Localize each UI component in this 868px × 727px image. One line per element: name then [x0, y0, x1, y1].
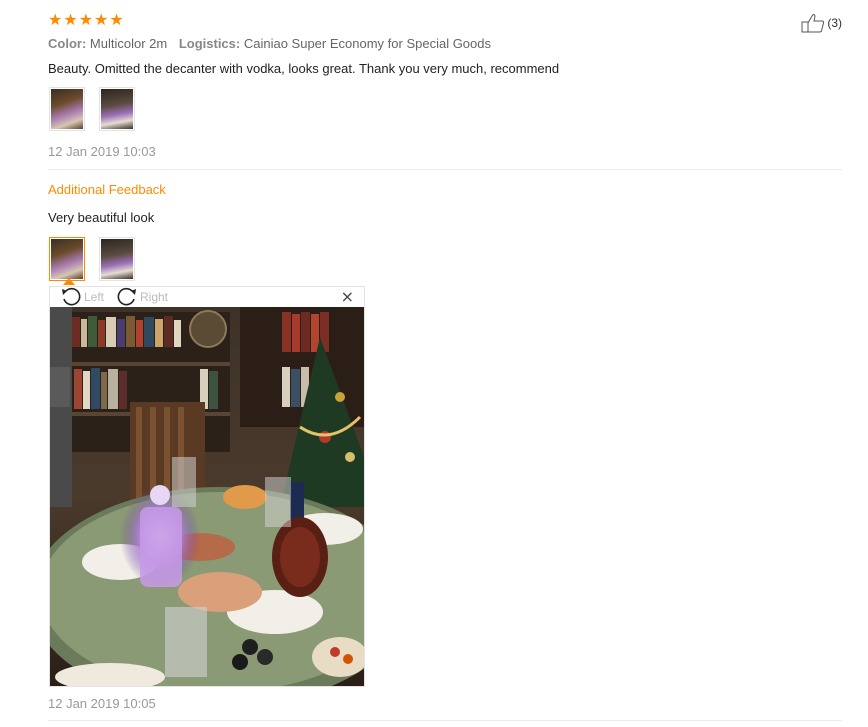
- additional-feedback-text: Very beautiful look: [48, 210, 155, 225]
- close-icon[interactable]: ×: [341, 288, 354, 306]
- additional-feedback-title: Additional Feedback: [48, 182, 166, 197]
- rotate-left-icon: [62, 287, 81, 306]
- star-icon: ★: [94, 10, 109, 29]
- logistics-value: Cainiao Super Economy for Special Goods: [243, 36, 491, 51]
- helpful-button[interactable]: (3): [801, 13, 842, 33]
- rotate-right-icon: [117, 287, 136, 306]
- rating-stars: ★ ★ ★ ★ ★: [48, 12, 124, 28]
- star-icon: ★: [63, 10, 78, 29]
- star-icon: ★: [109, 10, 124, 29]
- photo-viewer: Left Right ×: [49, 286, 365, 687]
- rotate-right-label: Right: [140, 290, 169, 304]
- photo-thumbnail[interactable]: [99, 237, 135, 281]
- enlarged-review-photo: [50, 307, 364, 686]
- photo-thumbnail-image: [101, 239, 133, 279]
- rotate-right-button[interactable]: Right: [116, 287, 168, 307]
- photo-thumbnail[interactable]: [99, 87, 135, 131]
- photo-viewer-toolbar: Left Right ×: [50, 287, 364, 307]
- rotate-left-button[interactable]: Left: [60, 287, 104, 307]
- thumbs-up-icon: [801, 14, 825, 33]
- review-photos: [49, 87, 135, 131]
- logistics-label: Logistics:: [178, 36, 241, 51]
- additional-feedback-date: 12 Jan 2019 10:05: [48, 696, 156, 711]
- selected-indicator: [63, 278, 75, 285]
- review-text: Beauty. Omitted the decanter with vodka,…: [48, 61, 560, 76]
- divider: [48, 720, 842, 721]
- color-label: Color:: [48, 36, 87, 51]
- photo-thumbnail-image: [101, 89, 133, 129]
- photo-thumbnail-image: [51, 239, 83, 279]
- photo-thumbnail-image: [51, 89, 83, 129]
- helpful-count: (3): [827, 16, 842, 30]
- review-item: ★ ★ ★ ★ ★ (3) Color: Multicolor 2m Logis…: [48, 0, 842, 727]
- rotate-left-label: Left: [84, 290, 105, 304]
- star-icon: ★: [78, 10, 94, 29]
- star-icon: ★: [48, 10, 63, 29]
- photo-image: [50, 307, 364, 686]
- photo-thumbnail-selected[interactable]: [49, 237, 85, 281]
- order-attributes: Color: Multicolor 2m Logistics: Cainiao …: [48, 36, 499, 51]
- color-value: Multicolor 2m: [89, 36, 168, 51]
- photo-thumbnail[interactable]: [49, 87, 85, 131]
- additional-photos: [49, 237, 135, 281]
- divider: [48, 169, 842, 170]
- review-date: 12 Jan 2019 10:03: [48, 144, 156, 159]
